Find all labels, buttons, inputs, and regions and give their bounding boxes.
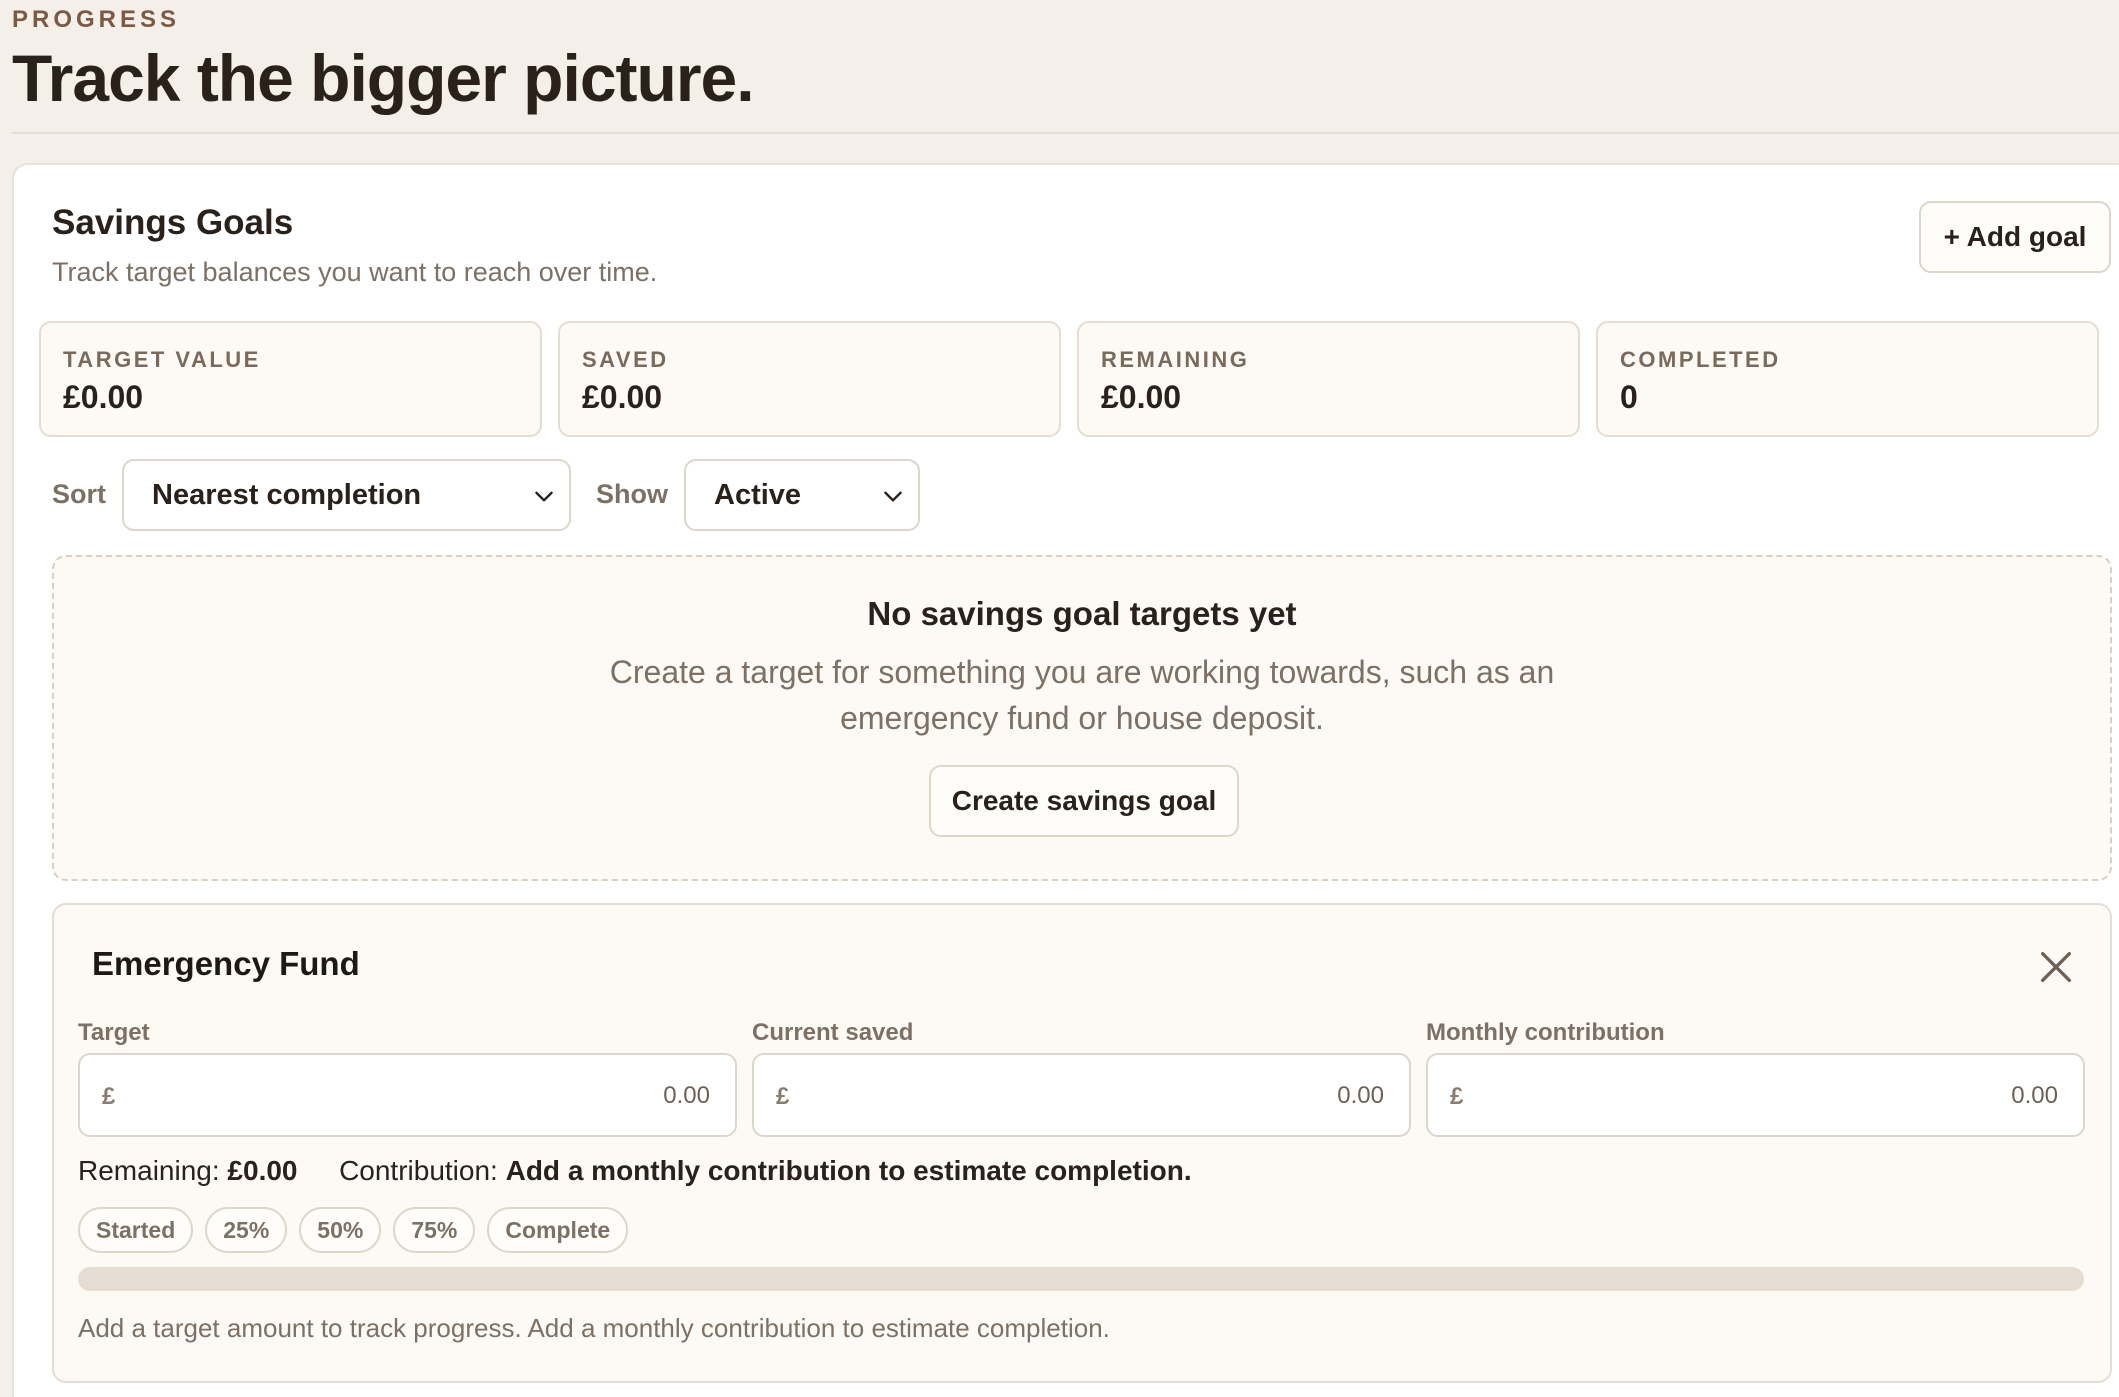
remaining-value: £0.00 — [227, 1155, 298, 1186]
milestone-chip: 75% — [393, 1207, 476, 1253]
empty-state-title: No savings goal targets yet — [867, 595, 1297, 632]
monthly-contribution-input[interactable] — [1488, 1071, 2058, 1121]
empty-state: No savings goal targets yet Create a tar… — [52, 555, 2112, 881]
goal-name: Emergency Fund — [92, 945, 360, 982]
stat-label: REMAINING — [1101, 347, 1250, 372]
savings-goals-subtitle: Track target balances you want to reach … — [52, 257, 658, 287]
stat-value: £0.00 — [63, 379, 144, 415]
section-eyebrow: PROGRESS — [12, 6, 181, 33]
stat-value: £0.00 — [1101, 379, 1182, 415]
empty-state-text: Create a target for something you are wo… — [609, 654, 1555, 736]
currency-symbol: £ — [776, 1083, 790, 1110]
add-goal-button[interactable]: + Add goal — [1919, 201, 2111, 273]
stat-remaining: REMAINING £0.00 — [1077, 321, 1580, 437]
page-header: PROGRESS Track the bigger picture. — [12, 0, 2119, 134]
goal-hint: Add a target amount to track progress. A… — [78, 1313, 1110, 1343]
contribution-label: Contribution: — [339, 1155, 498, 1186]
stat-value: 0 — [1620, 379, 1638, 415]
stat-value: £0.00 — [582, 379, 663, 415]
create-savings-goal-button[interactable]: Create savings goal — [929, 765, 1239, 837]
stat-label: TARGET VALUE — [63, 347, 261, 372]
target-field-label: Target — [78, 1019, 150, 1046]
monthly-contribution-field-label: Monthly contribution — [1426, 1019, 1665, 1046]
current-saved-field-label: Current saved — [752, 1019, 914, 1046]
currency-symbol: £ — [102, 1083, 116, 1110]
goal-summary: Remaining: £0.00 Contribution: Add a mon… — [78, 1155, 1192, 1187]
chevron-down-icon — [535, 491, 553, 502]
stat-completed: COMPLETED 0 — [1596, 321, 2099, 437]
monthly-contribution-field: £ — [1426, 1053, 2085, 1137]
chevron-down-icon — [884, 491, 902, 502]
sort-selected-value: Nearest completion — [152, 478, 422, 511]
contribution-value: Add a monthly contribution to estimate c… — [505, 1155, 1192, 1186]
target-input[interactable] — [140, 1071, 710, 1121]
remaining-label: Remaining: — [78, 1155, 220, 1186]
stat-label: SAVED — [582, 347, 669, 372]
goal-editor: Emergency Fund Target £ Current saved £ … — [52, 903, 2112, 1383]
milestone-chip: Started — [78, 1207, 194, 1253]
target-field: £ — [78, 1053, 737, 1137]
show-select[interactable]: Active — [684, 459, 920, 531]
current-saved-field: £ — [752, 1053, 1411, 1137]
milestone-chips: Started 25% 50% 75% Complete — [78, 1207, 629, 1253]
stat-label: COMPLETED — [1620, 347, 1781, 372]
stat-saved: SAVED £0.00 — [558, 321, 1061, 437]
milestone-chip: 50% — [299, 1207, 382, 1253]
milestone-chip: 25% — [205, 1207, 288, 1253]
sort-select[interactable]: Nearest completion — [122, 459, 571, 531]
milestone-chip: Complete — [487, 1207, 629, 1253]
current-saved-input[interactable] — [814, 1071, 1384, 1121]
stat-target-value: TARGET VALUE £0.00 — [39, 321, 542, 437]
show-label: Show — [596, 479, 668, 509]
savings-goals-card: Savings Goals Track target balances you … — [12, 163, 2119, 1397]
page-title: Track the bigger picture. — [12, 41, 755, 115]
currency-symbol: £ — [1450, 1083, 1464, 1110]
savings-goals-title: Savings Goals — [52, 203, 294, 242]
close-icon[interactable] — [2036, 947, 2076, 987]
goal-progress-bar — [78, 1267, 2084, 1291]
show-selected-value: Active — [714, 478, 802, 511]
sort-label: Sort — [52, 479, 106, 509]
